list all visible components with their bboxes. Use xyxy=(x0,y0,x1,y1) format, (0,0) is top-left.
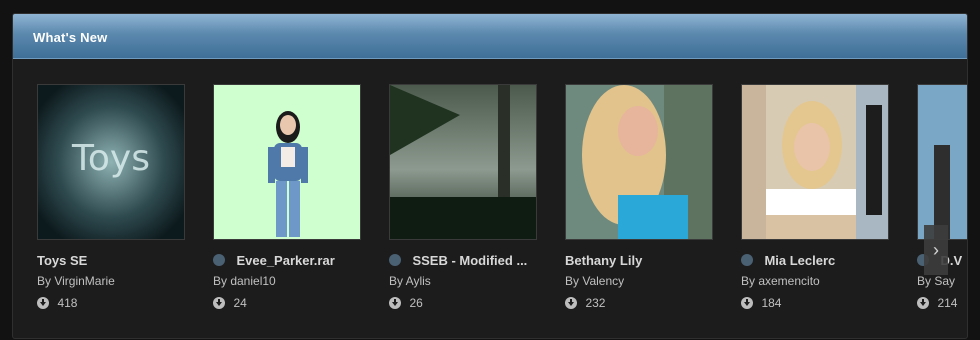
carousel-track: Toys Toys SE By VirginMarie 418 Evee_Par… xyxy=(13,60,967,338)
download-icon xyxy=(37,297,49,309)
item-author[interactable]: By VirginMarie xyxy=(37,274,115,288)
item-thumbnail[interactable] xyxy=(389,84,537,240)
sim-figure-image xyxy=(214,85,360,239)
download-icon xyxy=(917,297,929,309)
status-dot-icon xyxy=(389,254,401,266)
item-title[interactable]: Mia Leclerc xyxy=(764,253,835,268)
portrait-image xyxy=(566,85,712,239)
item-thumbnail[interactable] xyxy=(917,84,967,240)
download-count-row: 184 xyxy=(741,294,781,312)
forest-image xyxy=(390,85,536,239)
item-card[interactable]: Bethany Lily By Valency 232 xyxy=(565,84,715,310)
download-icon xyxy=(565,297,577,309)
item-card[interactable]: D.V By Say 214 xyxy=(917,84,967,310)
item-title-row[interactable]: Evee_Parker.rar xyxy=(213,252,335,270)
status-dot-icon xyxy=(741,254,753,266)
chevron-right-icon: › xyxy=(933,240,939,260)
item-author[interactable]: By axemencito xyxy=(741,274,820,288)
item-card[interactable]: Evee_Parker.rar By daniel10 24 xyxy=(213,84,363,310)
status-dot-icon xyxy=(213,254,225,266)
item-thumbnail[interactable] xyxy=(565,84,713,240)
download-count: 214 xyxy=(937,296,958,310)
item-thumbnail[interactable] xyxy=(213,84,361,240)
item-thumbnail[interactable]: Toys xyxy=(37,84,185,240)
panel-header: What's New xyxy=(13,14,967,59)
item-card[interactable]: Toys Toys SE By VirginMarie 418 xyxy=(37,84,187,310)
item-title-row[interactable]: Toys SE xyxy=(37,252,87,270)
partial-image xyxy=(918,85,967,239)
item-title[interactable]: SSEB - Modified ... xyxy=(412,253,527,268)
download-count: 24 xyxy=(233,296,247,310)
panel-title: What's New xyxy=(33,30,108,45)
item-author[interactable]: By daniel10 xyxy=(213,274,276,288)
item-author[interactable]: By Valency xyxy=(565,274,624,288)
download-count-row: 24 xyxy=(213,294,247,312)
whats-new-panel: What's New Toys Toys SE By VirginMarie 4… xyxy=(12,13,968,339)
item-card[interactable]: Mia Leclerc By axemencito 184 xyxy=(741,84,891,310)
toys-image: Toys xyxy=(38,85,184,239)
download-count: 418 xyxy=(57,296,78,310)
download-count-row: 418 xyxy=(37,294,77,312)
download-icon xyxy=(389,297,401,309)
item-title-row[interactable]: Mia Leclerc xyxy=(741,252,835,270)
item-title[interactable]: Bethany Lily xyxy=(565,253,642,268)
download-count-row: 214 xyxy=(917,294,957,312)
item-thumbnail[interactable] xyxy=(741,84,889,240)
item-title-row[interactable]: Bethany Lily xyxy=(565,252,642,270)
item-title-row[interactable]: SSEB - Modified ... xyxy=(389,252,527,270)
item-title[interactable]: Toys SE xyxy=(37,253,87,268)
download-count: 232 xyxy=(585,296,606,310)
download-icon xyxy=(741,297,753,309)
download-icon xyxy=(213,297,225,309)
item-card[interactable]: SSEB - Modified ... By Aylis 26 xyxy=(389,84,539,310)
download-count-row: 232 xyxy=(565,294,605,312)
download-count: 26 xyxy=(409,296,423,310)
download-count-row: 26 xyxy=(389,294,423,312)
svg-text:Toys: Toys xyxy=(71,138,150,179)
item-author[interactable]: By Say xyxy=(917,274,955,288)
item-title[interactable]: Evee_Parker.rar xyxy=(236,253,334,268)
collage-image xyxy=(742,85,888,239)
download-count: 184 xyxy=(761,296,782,310)
carousel-next-button[interactable]: › xyxy=(924,225,948,275)
item-author[interactable]: By Aylis xyxy=(389,274,431,288)
